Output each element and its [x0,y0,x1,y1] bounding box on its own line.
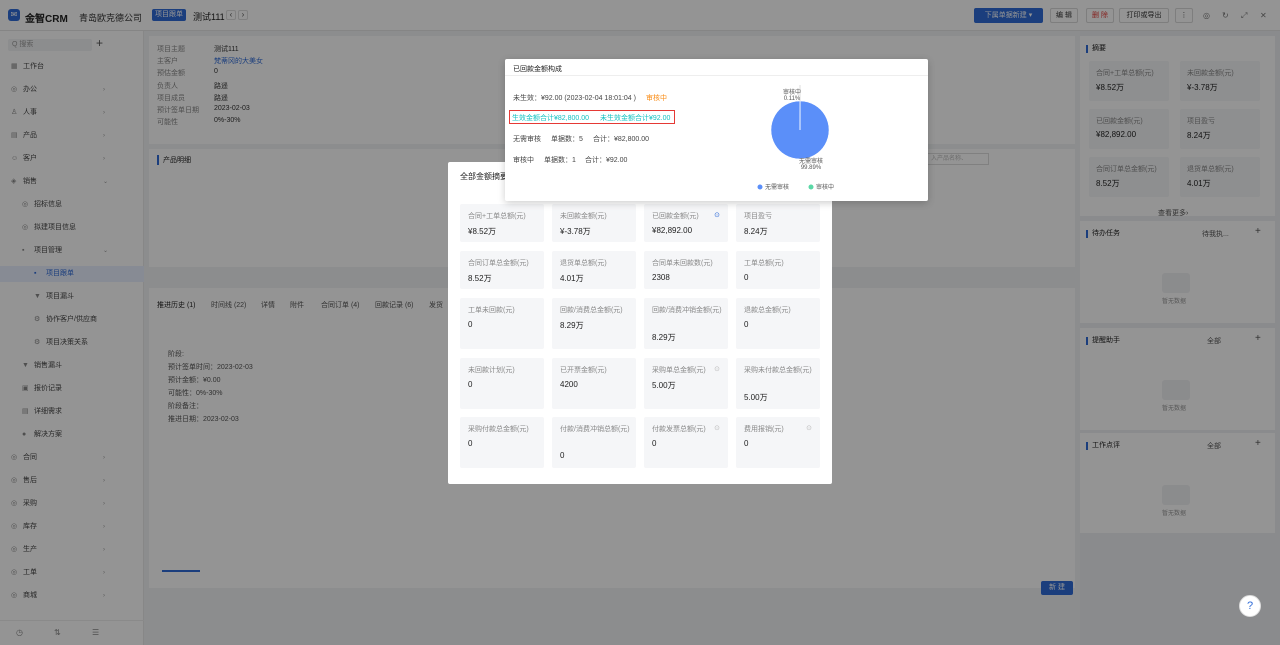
amount-label: 工单未回款(元) [468,307,515,314]
amount-value: ¥8.52万 [468,227,497,236]
amount-label: 采购未付款总金额(元) [744,367,812,374]
amount-box: 合同单未回款数(元) 2308 [644,251,728,289]
amount-value: 0 [468,320,473,329]
amount-label: 退款总金额(元) [744,307,791,314]
amount-box: 采购未付款总金额(元) 5.00万 [736,358,820,409]
amount-box: 采购付款总金额(元) 0 [460,417,544,468]
amount-box: 已回款金额(元) ¥82,892.00 ⊙ [644,204,728,242]
amount-value: 8.29万 [560,321,584,330]
amount-value: ¥-3.78万 [560,227,591,236]
amount-value: 8.52万 [468,274,492,283]
amount-box: 退款总金额(元) 0 [736,298,820,349]
amount-box: 费用报销(元) 0 ⊙ [736,417,820,468]
legend-no-review[interactable]: 无需审核 [765,183,789,191]
modal-title: 全部金额摘要 [460,172,508,181]
amount-label: 回款/消费总金额(元) [560,307,623,314]
legend-dot-reviewing [808,184,814,190]
amount-label: 合同+工单总额(元) [468,213,526,220]
amount-box: 采购单总金额(元) 5.00万 ⊙ [644,358,728,409]
legend-dot-no-review [757,184,763,190]
amount-label: 合同订单总金额(元) [468,260,529,267]
info-icon[interactable]: ⊙ [714,424,720,432]
amount-box: 退货单总额(元) 4.01万 [552,251,636,289]
pie-pct-top: 0.11% [784,96,801,102]
amount-label: 采购单总金额(元) [652,367,706,374]
info-icon[interactable]: ⊙ [806,424,812,432]
info-icon[interactable]: ⊙ [714,365,720,373]
amount-label: 采购付款总金额(元) [468,426,529,433]
amount-value: ¥82,892.00 [652,226,693,235]
legend-reviewing[interactable]: 审核中 [816,183,834,191]
amount-value: 5.00万 [652,381,676,390]
received-amount-popover: 已回款金额构成 未生效：¥92.00 (2023-02-04 18:01:04 … [505,59,928,201]
amount-box: 已开票金额(元) 4200 [552,358,636,409]
amount-label: 合同单未回款数(元) [652,260,713,267]
amount-label: 费用报销(元) [744,426,784,433]
amount-label: 付款发票总额(元) [652,426,706,433]
amount-box: 合同订单总金额(元) 8.52万 [460,251,544,289]
amount-value: 0 [744,320,749,329]
amount-value: 4200 [560,380,578,389]
amount-label: 回款/消费冲销金额(元) [652,307,722,314]
amount-label: 已开票金额(元) [560,367,607,374]
amount-value: 0 [744,273,749,282]
amount-value: 0 [652,439,657,448]
amount-box: 付款/消费冲销总额(元) 0 [552,417,636,468]
amount-box: 回款/消费总金额(元) 8.29万 [552,298,636,349]
amount-label: 未回款金额(元) [560,213,607,220]
amount-value: 4.01万 [560,274,584,283]
amount-summary-modal: 全部金额摘要 合同+工单总额(元) ¥8.52万 未回款金额(元) ¥-3.78万 已回… [448,162,832,484]
amount-value: 2308 [652,273,670,282]
amount-box: 工单未回款(元) 0 [460,298,544,349]
amount-label: 工单总额(元) [744,260,784,267]
amount-value: 0 [744,439,749,448]
help-button[interactable]: ? [1239,595,1261,617]
amount-value: 0 [468,439,473,448]
amount-box: 回款/消费冲销金额(元) 8.29万 [644,298,728,349]
amount-label: 已回款金额(元) [652,213,699,220]
amount-value: 8.24万 [744,227,768,236]
amount-box: 未回款计划(元) 0 [460,358,544,409]
pie-label-bottom: 无需审核 [799,157,823,165]
amount-label: 付款/消费冲销总额(元) [560,426,630,433]
amount-value: 0 [468,380,473,389]
pie-pct-bottom: 99.89% [801,165,822,171]
amount-value: 5.00万 [744,393,768,402]
amount-box: 合同+工单总额(元) ¥8.52万 [460,204,544,242]
pie-label-top: 审核中 [783,88,801,96]
amount-box: 项目盈亏 8.24万 [736,204,820,242]
pie-chart: 审核中 0.11% 无需审核 99.89% 无需审核 审核中 [757,85,834,191]
amount-box: 付款发票总额(元) 0 ⊙ [644,417,728,468]
amount-label: 退货单总额(元) [560,260,607,267]
amount-box: 工单总额(元) 0 [736,251,820,289]
info-icon[interactable]: ⊙ [714,211,720,219]
amount-box: 未回款金额(元) ¥-3.78万 [552,204,636,242]
amount-value: 0 [560,451,565,460]
amount-label: 未回款计划(元) [468,367,515,374]
amount-label: 项目盈亏 [744,213,772,220]
amount-value: 8.29万 [652,333,676,342]
